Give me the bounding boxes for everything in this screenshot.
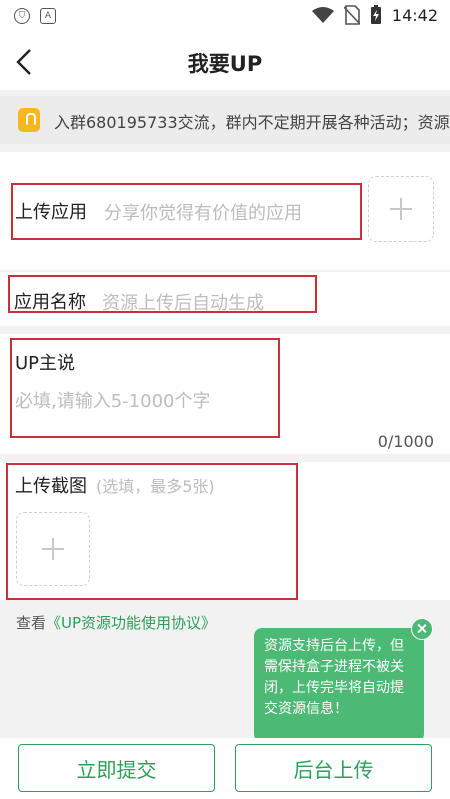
status-bar: ⛉ A 14:42 [0,0,450,34]
agreement-prefix: 查看 [16,614,47,632]
bottom-action-bar: 立即提交 后台上传 [0,738,450,799]
bulb-icon [18,108,40,132]
tooltip-text: 资源支持后台上传，但需保持盒子进程不被关闭，上传完毕将自动提交资源信息！ [264,638,404,717]
background-upload-tooltip: 资源支持后台上传，但需保持盒子进程不被关闭，上传完毕将自动提交资源信息！ [254,628,424,750]
add-app-button[interactable] [368,176,434,242]
clock: 14:42 [391,5,438,25]
status-left-icons: ⛉ A [14,8,56,24]
close-icon[interactable] [411,618,433,640]
upload-app-section: 上传应用 分享你觉得有价值的应用 [0,152,450,270]
top-nav: 我要UP [0,34,450,90]
background-upload-button[interactable]: 后台上传 [235,744,432,792]
highlight-box-upload-app [11,183,362,240]
highlight-box-up-says [10,338,280,438]
screenshots-section: 上传截图 (选填，最多5张) [0,462,450,600]
wifi-icon [311,7,334,23]
agreement-link[interactable]: 《UP资源功能使用协议》 [46,614,216,632]
submit-button[interactable]: 立即提交 [18,744,215,792]
plus-icon [390,198,412,220]
char-counter: 0/1000 [377,432,434,451]
no-sim-icon [343,5,360,25]
page-title: 我要UP [187,52,263,76]
up-says-section: UP主说 必填,请输入5-1000个字 0/1000 [0,334,450,454]
plus-icon [42,538,64,560]
add-screenshot-button[interactable] [16,512,90,586]
battery-charging-icon [370,5,381,24]
highlight-box-app-name [8,275,317,313]
notice-bar: 入群680195733交流，群内不定期开展各种活动；资源审 [0,96,450,144]
status-right-icons: 14:42 [311,5,438,25]
agreement-line: 查看《UP资源功能使用协议》 [16,612,216,633]
shield-icon: ⛉ [14,8,30,24]
notice-text: 入群680195733交流，群内不定期开展各种活动；资源审 [54,113,450,132]
app-name-section: 应用名称 资源上传后自动生成 [0,272,450,326]
a-icon: A [40,8,56,24]
